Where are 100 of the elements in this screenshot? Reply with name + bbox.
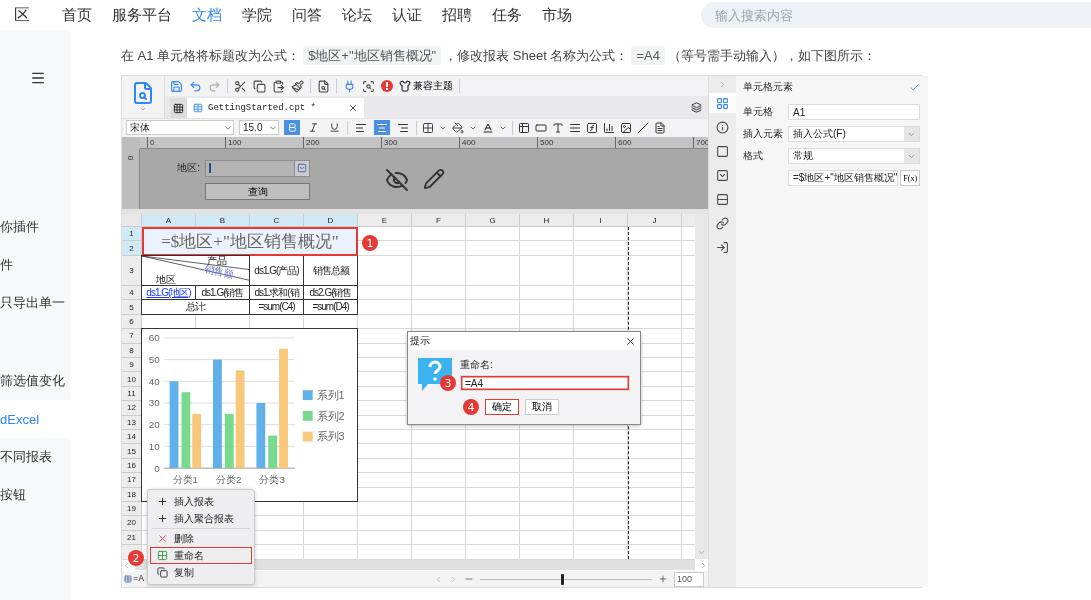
axis-label: 分类1 — [172, 474, 199, 486]
table-icon[interactable] — [518, 121, 530, 134]
axis-label: 0 — [154, 462, 160, 474]
formula-button[interactable]: F(x) — [900, 170, 921, 186]
hidden-eye-icon[interactable] — [385, 167, 409, 192]
menu-item[interactable]: 重命名 — [150, 547, 252, 564]
undo-icon[interactable] — [189, 79, 202, 93]
row-header[interactable]: 2 — [122, 241, 142, 257]
row-header[interactable]: 6 — [122, 315, 142, 330]
row-header[interactable]: 20 — [122, 516, 142, 531]
nav-link[interactable]: 招聘 — [442, 5, 472, 25]
font-select[interactable]: 宋体 — [126, 120, 234, 136]
sidebar-item[interactable]: dExcel — [0, 400, 70, 438]
sidebar-item[interactable]: 筛选值变化 — [0, 362, 70, 400]
zoom-in-icon[interactable] — [658, 574, 668, 585]
bold-icon — [286, 122, 298, 134]
line-icon[interactable] — [637, 121, 649, 134]
column-header[interactable]: F — [412, 214, 466, 228]
cut-icon[interactable] — [234, 79, 247, 93]
check-icon[interactable] — [909, 81, 921, 93]
menu-item[interactable]: 删除 — [150, 530, 252, 547]
search-field[interactable]: 输入搜索内容 — [701, 2, 1091, 28]
sheet-tab[interactable]: =A — [124, 574, 144, 585]
column-header[interactable]: C — [250, 214, 304, 228]
column-header[interactable]: J — [628, 214, 682, 228]
sidebar-item[interactable]: 你插件 — [0, 208, 70, 246]
nav-link[interactable]: 首页 — [62, 5, 92, 25]
menu-item[interactable]: 插入报表 — [150, 493, 252, 510]
align-center-button[interactable] — [374, 120, 390, 136]
nav-link[interactable]: 学院 — [242, 5, 272, 25]
save-icon[interactable] — [170, 79, 183, 93]
name-field[interactable]: =A4 — [460, 375, 630, 391]
close-icon[interactable] — [348, 103, 358, 113]
font-size-select[interactable]: 15.0 — [239, 120, 279, 136]
bold-button[interactable] — [284, 120, 300, 136]
brush-icon[interactable] — [291, 79, 304, 93]
copy-icon[interactable] — [253, 79, 266, 93]
column-header[interactable]: E — [358, 214, 412, 228]
column-header[interactable]: G — [466, 214, 520, 228]
sidebar-item[interactable]: 只导出单一 — [0, 284, 70, 322]
region-field[interactable] — [205, 159, 310, 177]
plug-icon[interactable] — [343, 79, 356, 93]
menu-item[interactable]: 复制 — [150, 564, 252, 581]
zoom-field[interactable]: 100 — [674, 571, 704, 587]
column-header[interactable]: B — [196, 214, 250, 228]
column-header[interactable]: D — [304, 214, 358, 228]
sidebar-item[interactable]: 不同报表 — [0, 438, 70, 476]
theme-button[interactable]: 兼容主题 — [399, 79, 453, 93]
nav-link[interactable]: 市场 — [542, 5, 572, 25]
sidebar-item[interactable]: 按钮 — [0, 476, 70, 514]
font-color-icon[interactable] — [482, 121, 494, 134]
nav-link[interactable]: 任务 — [492, 5, 522, 25]
legend-item: 系列2 — [302, 410, 345, 422]
column-header[interactable]: H — [520, 214, 574, 228]
error-icon[interactable] — [381, 80, 393, 92]
row-header[interactable]: 1 — [122, 227, 142, 242]
query-button[interactable]: 查询 — [205, 182, 310, 200]
site-title[interactable]: 区 — [14, 4, 30, 26]
cell-field[interactable]: A1 — [788, 104, 921, 120]
text-icon[interactable] — [552, 121, 564, 134]
menu-icon[interactable] — [30, 70, 46, 86]
border-icon[interactable] — [422, 121, 434, 134]
sidebar-item[interactable]: 件 — [0, 246, 70, 284]
preview-icon[interactable] — [362, 79, 375, 93]
nav-link[interactable]: 服务平台 — [112, 5, 172, 25]
close-icon[interactable] — [625, 335, 636, 347]
scroll-left-icon[interactable] — [122, 560, 131, 570]
document-search-icon[interactable] — [317, 79, 330, 93]
fill-icon[interactable] — [452, 121, 464, 134]
function-icon[interactable] — [586, 121, 598, 134]
image-icon[interactable] — [620, 121, 632, 134]
pencil-icon[interactable] — [423, 167, 445, 190]
nav-link[interactable]: 认证 — [392, 5, 422, 25]
panel-title: 单元格元素 — [743, 80, 793, 94]
document-icon[interactable] — [654, 121, 666, 134]
paragraph-icon[interactable] — [569, 121, 581, 134]
formula-field[interactable]: =$地区+"地区销售概况" — [788, 170, 899, 186]
cell-tab[interactable] — [709, 93, 736, 113]
nav-link[interactable]: 问答 — [292, 5, 322, 25]
tab-list-icon[interactable] — [691, 102, 702, 113]
add-tab-button[interactable] — [170, 98, 187, 118]
column-header[interactable]: I — [574, 214, 628, 228]
select-field[interactable]: 插入公式(F) — [788, 126, 921, 142]
field-label: 地区: — [176, 161, 200, 176]
file-tab[interactable]: GettingStarted.cpt * — [187, 98, 364, 118]
nav-link[interactable]: 论坛 — [342, 5, 372, 25]
cell-text: ds1.G(销售 — [201, 286, 244, 299]
nav-link[interactable]: 文档 — [192, 5, 222, 25]
paste-icon[interactable] — [272, 79, 285, 93]
bar-chart-icon[interactable] — [603, 121, 615, 134]
menu-item[interactable]: 插入聚合报表 — [150, 510, 252, 527]
dialog-button[interactable]: 确定 — [485, 399, 519, 415]
table-icon — [124, 575, 132, 584]
vertical-scrollbar[interactable] — [695, 214, 708, 560]
rectangle-icon[interactable] — [535, 121, 547, 134]
dialog-button[interactable]: 取消 — [525, 399, 559, 415]
widget-icon — [716, 168, 729, 182]
column-header[interactable]: A — [142, 214, 196, 228]
plus-icon — [157, 513, 168, 524]
select-field[interactable]: 常规 — [788, 148, 921, 164]
